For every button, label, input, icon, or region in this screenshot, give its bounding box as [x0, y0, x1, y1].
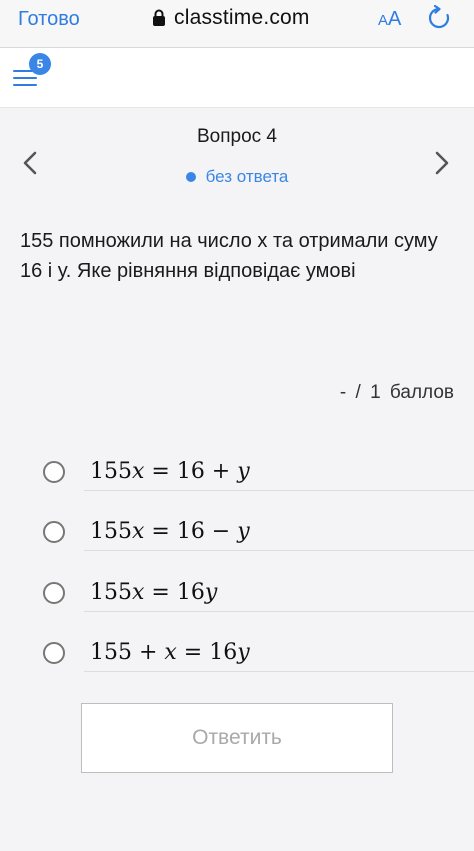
status-dot-icon — [185, 172, 196, 182]
points-label: - / 1 баллов — [339, 382, 454, 403]
option-divider — [84, 550, 474, 551]
question-title: Вопрос 4 — [196, 126, 277, 147]
option-label: 155𝑥 = 16 − 𝑦 — [90, 519, 250, 544]
option-label: 155 + 𝑥 = 16𝑦 — [90, 640, 250, 665]
option-label: 155𝑥 = 16 + 𝑦 — [90, 459, 250, 484]
answer-option-3[interactable]: 155𝑥 = 16𝑦 — [0, 566, 474, 626]
url-text: classtime.com — [174, 6, 310, 29]
answer-status: без ответа — [0, 167, 474, 187]
answer-option-4[interactable]: 155 + 𝑥 = 16𝑦 — [0, 626, 474, 686]
answer-option-1[interactable]: 155𝑥 = 16 + 𝑦 — [0, 445, 474, 505]
text-size-button[interactable]: AA — [378, 6, 401, 34]
radio-button[interactable] — [43, 582, 65, 604]
submit-answer-button[interactable]: Ответить — [81, 703, 393, 773]
text-size-large-label: A — [388, 8, 402, 30]
lock-icon — [152, 9, 166, 27]
option-divider — [84, 611, 474, 612]
reload-icon[interactable] — [426, 4, 452, 36]
option-divider — [84, 671, 474, 672]
option-label: 155𝑥 = 16𝑦 — [90, 580, 218, 605]
question-text: 155 помножили на число х та отримали сум… — [20, 230, 438, 282]
text-size-small-label: A — [378, 12, 389, 29]
answer-option-2[interactable]: 155𝑥 = 16 − 𝑦 — [0, 505, 474, 565]
radio-button[interactable] — [43, 642, 65, 664]
option-divider — [84, 490, 474, 491]
app-header: 5 — [0, 48, 474, 108]
radio-button[interactable] — [43, 461, 65, 483]
done-button[interactable]: Готово — [18, 7, 80, 31]
notification-badge: 5 — [29, 53, 51, 75]
address-bar[interactable]: classtime.com — [152, 4, 310, 32]
radio-button[interactable] — [43, 521, 65, 543]
status-text: без ответа — [205, 167, 289, 186]
browser-toolbar: Готово classtime.com AA — [0, 0, 474, 48]
